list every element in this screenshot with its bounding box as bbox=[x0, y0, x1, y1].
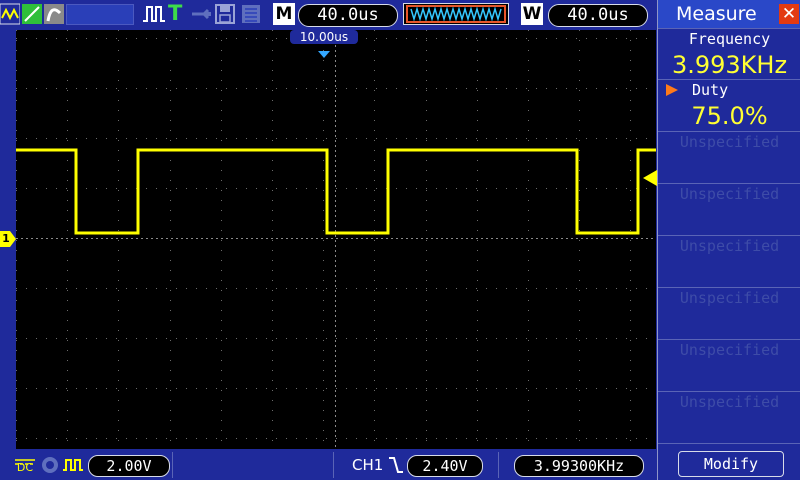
timebase-display[interactable]: 40.0us bbox=[298, 4, 398, 27]
measure-title: Measure bbox=[676, 3, 757, 25]
persistence-icon[interactable] bbox=[44, 3, 64, 25]
ch1-waveform-icon bbox=[62, 455, 84, 475]
measure-slot-label: Unspecified bbox=[679, 289, 780, 307]
measure-slot-4[interactable]: Unspecified bbox=[658, 183, 800, 235]
pulse-icon bbox=[142, 3, 166, 25]
measure-slot-duty[interactable]: Duty 75.0% bbox=[658, 79, 800, 131]
trigger-position-label: 10.00us bbox=[290, 30, 358, 44]
trigger-level-display[interactable]: 2.40V bbox=[407, 455, 483, 477]
ch1-ground-marker[interactable]: 1 bbox=[0, 231, 16, 247]
measure-slot-label: Frequency bbox=[688, 30, 771, 48]
measure-slot-value: 3.993KHz bbox=[671, 51, 788, 79]
usb-icon bbox=[190, 3, 212, 25]
measure-slot-label: Unspecified bbox=[679, 185, 780, 203]
trigger-status: T bbox=[168, 1, 183, 25]
divider bbox=[498, 452, 499, 478]
memory-overview-icon[interactable] bbox=[403, 3, 509, 25]
measure-slot-label: Unspecified bbox=[679, 237, 780, 255]
trigger-level-marker[interactable] bbox=[643, 170, 657, 186]
trigger-channel-label: CH1 bbox=[352, 456, 384, 474]
measure-slot-6[interactable]: Unspecified bbox=[658, 287, 800, 339]
bandwidth-limit-icon[interactable] bbox=[40, 455, 60, 475]
measure-slot-label: Duty bbox=[692, 81, 729, 99]
measure-panel: Measure ✕ Frequency 3.993KHz Duty 75.0% … bbox=[657, 0, 800, 480]
measure-slot-label: Unspecified bbox=[679, 341, 780, 359]
measure-slot-frequency[interactable]: Frequency 3.993KHz bbox=[658, 28, 800, 80]
measure-header: Measure ✕ bbox=[658, 0, 800, 28]
frequency-counter-display: 3.99300KHz bbox=[514, 455, 644, 477]
measure-slot-label: Unspecified bbox=[679, 393, 780, 411]
waveform-display-icon[interactable] bbox=[0, 3, 21, 25]
ch1-coupling[interactable]: DC bbox=[14, 452, 36, 476]
save-icon[interactable] bbox=[214, 3, 236, 25]
measure-slot-value: 75.0% bbox=[691, 102, 768, 130]
measure-slot-label: Unspecified bbox=[679, 133, 780, 151]
timebase-mode-label: M bbox=[273, 3, 295, 25]
coupling-label: DC bbox=[16, 461, 34, 474]
ch1-marker-label: 1 bbox=[2, 232, 10, 245]
volts-per-div-display[interactable]: 2.00V bbox=[88, 455, 170, 477]
measure-slot-3[interactable]: Unspecified bbox=[658, 131, 800, 183]
menu-grid-icon[interactable] bbox=[240, 3, 262, 25]
trigger-position-marker bbox=[318, 44, 330, 58]
selected-arrow-icon bbox=[666, 84, 678, 96]
divider bbox=[172, 452, 173, 478]
divider bbox=[333, 452, 334, 478]
modify-button[interactable]: Modify bbox=[678, 451, 784, 477]
window-mode-label: W bbox=[521, 3, 543, 25]
measure-slot-8[interactable]: Unspecified bbox=[658, 391, 800, 444]
close-icon[interactable]: ✕ bbox=[779, 4, 799, 24]
window-timebase-display[interactable]: 40.0us bbox=[548, 4, 648, 27]
measure-slot-5[interactable]: Unspecified bbox=[658, 235, 800, 287]
measure-slot-7[interactable]: Unspecified bbox=[658, 339, 800, 391]
vector-display-icon[interactable] bbox=[22, 3, 42, 25]
falling-edge-icon[interactable] bbox=[388, 455, 404, 475]
color-grade-icon[interactable] bbox=[66, 3, 134, 25]
waveform-screen[interactable] bbox=[16, 30, 656, 449]
